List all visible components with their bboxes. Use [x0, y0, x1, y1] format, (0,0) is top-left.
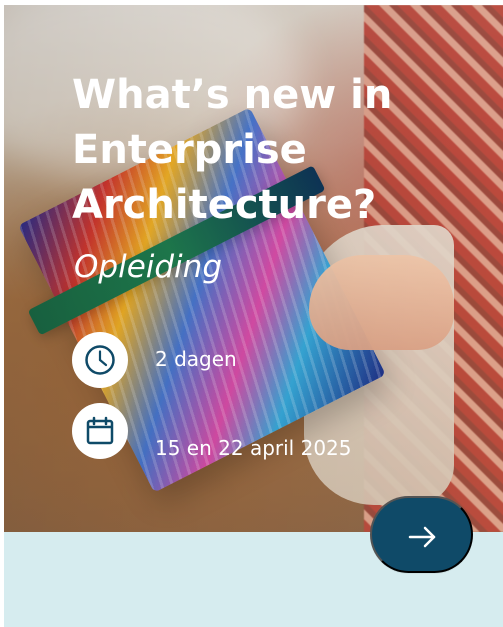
title-line-2: Enterprise [72, 127, 307, 173]
clock-icon-graphic [85, 345, 115, 375]
calendar-icon-graphic [86, 416, 114, 445]
calendar-icon [72, 403, 128, 459]
title-line-1: What’s new in [72, 72, 393, 118]
course-dates: 15 en 22 april 2025 [155, 436, 352, 460]
clock-icon [72, 332, 128, 388]
title-line-3: Architecture? [72, 182, 377, 228]
course-duration: 2 dagen [155, 347, 237, 371]
course-title: What’s new in Enterprise Architecture? [72, 68, 432, 233]
training-card: What’s new in Enterprise Architecture? O… [0, 0, 503, 627]
hero-image: What’s new in Enterprise Architecture? O… [4, 5, 503, 532]
arrow-right-icon [408, 526, 436, 548]
course-type: Opleiding [74, 249, 222, 285]
next-button[interactable] [370, 496, 473, 573]
